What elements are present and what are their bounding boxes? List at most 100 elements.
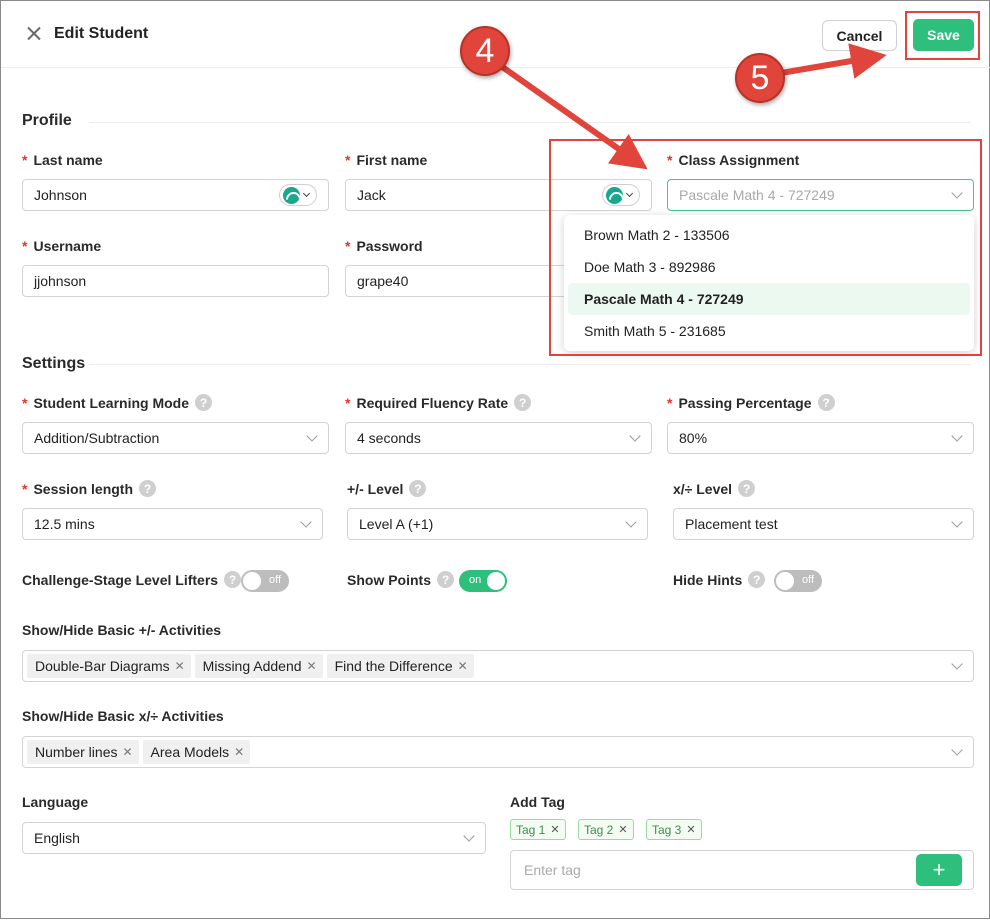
required-marker: * [22,238,28,254]
learning-mode-select[interactable]: Addition/Subtraction [22,422,329,454]
password-label: * Password [345,238,423,254]
help-icon[interactable]: ? [748,571,766,588]
muldiv-level-value: Placement test [685,516,778,532]
required-marker: * [667,394,673,411]
remove-chip-icon[interactable]: ✕ [234,745,244,759]
basic-addsub-multiselect[interactable]: Double-Bar Diagrams ✕ Missing Addend ✕ Fin… [22,650,974,682]
close-icon[interactable] [23,23,45,45]
cancel-button[interactable]: Cancel [822,20,897,51]
first-name-value: Jack [357,187,386,203]
session-length-label: * Session length? [22,480,157,497]
fluency-rate-value: 4 seconds [357,430,421,446]
show-points-label: Show Points? [347,571,454,588]
username-value: jjohnson [34,273,87,289]
muldiv-level-label: x/÷ Level? [673,480,756,497]
passing-percentage-value: 80% [679,430,708,446]
learning-mode-value: Addition/Subtraction [34,430,160,446]
remove-tag-icon[interactable]: ✕ [686,823,695,836]
required-marker: * [345,238,351,254]
tag-chip: Tag 3 ✕ [646,819,702,840]
required-marker: * [22,480,28,497]
muldiv-level-select[interactable]: Placement test [673,508,974,540]
first-name-label: * First name [345,152,428,168]
tag-chip: Tag 1 ✕ [510,819,566,840]
help-icon[interactable]: ? [738,480,756,497]
step-5-badge: 5 [735,53,785,103]
language-value: English [34,830,80,846]
chevron-down-icon [306,430,318,442]
help-icon[interactable]: ? [437,571,454,588]
toggle-state: on [469,574,482,586]
toggle-state: off [801,574,814,586]
remove-chip-icon[interactable]: ✕ [307,659,317,673]
username-field[interactable]: jjohnson [22,265,329,297]
remove-chip-icon[interactable]: ✕ [175,659,185,673]
activity-chip: Find the Difference ✕ [326,654,474,678]
step-4-badge: 4 [460,26,510,76]
class-assignment-highlight-box [549,139,982,356]
avatar-picker[interactable] [279,184,317,206]
last-name-label: * Last name [22,152,103,168]
help-icon[interactable]: ? [409,480,427,497]
chevron-down-icon [951,658,963,670]
avatar-icon [283,186,300,204]
show-points-toggle[interactable]: on [459,570,507,592]
password-value: grape40 [357,273,409,289]
remove-chip-icon[interactable]: ✕ [122,745,132,759]
chevron-down-icon [463,830,475,842]
toggle-knob [776,572,794,590]
session-length-value: 12.5 mins [34,516,95,532]
activity-chip: Missing Addend ✕ [194,654,323,678]
page-title: Edit Student [54,25,149,42]
settings-divider [89,364,971,365]
help-icon[interactable]: ? [224,571,242,588]
save-highlight-box [905,11,980,60]
language-select[interactable]: English [22,822,486,854]
add-tag-button[interactable]: + [916,854,962,886]
passing-percentage-label: * Passing Percentage? [667,394,835,411]
chevron-down-icon [300,516,312,528]
chevron-down-icon [302,189,311,198]
tag-chip: Tag 2 ✕ [578,819,634,840]
required-marker: * [345,394,351,411]
add-tag-label: Add Tag [510,794,565,810]
language-label: Language [22,794,89,810]
last-name-value: Johnson [34,187,87,203]
profile-section-title: Profile [22,112,72,129]
chevron-down-icon [629,430,641,442]
addsub-level-value: Level A (+1) [359,516,434,532]
learning-mode-label: * Student Learning Mode? [22,394,213,411]
addsub-level-label: +/- Level? [347,480,427,497]
hide-hints-label: Hide Hints? [673,571,766,588]
basic-muldiv-multiselect[interactable]: Number lines ✕ Area Models ✕ [22,736,974,768]
required-marker: * [22,152,28,168]
profile-divider [89,122,971,123]
chevron-down-icon [951,744,963,756]
activity-chip: Number lines ✕ [27,740,139,764]
toggle-knob [487,572,505,590]
toggle-knob [243,572,261,590]
toggle-state: off [268,574,281,586]
help-icon[interactable]: ? [139,480,157,497]
passing-percentage-select[interactable]: 80% [667,422,974,454]
hide-hints-toggle[interactable]: off [774,570,822,592]
help-icon[interactable]: ? [817,394,835,411]
session-length-select[interactable]: 12.5 mins [22,508,323,540]
fluency-rate-label: * Required Fluency Rate? [345,394,532,411]
last-name-field[interactable]: Johnson [22,179,329,211]
tag-input[interactable] [522,861,902,879]
remove-tag-icon[interactable]: ✕ [550,823,559,836]
fluency-rate-select[interactable]: 4 seconds [345,422,652,454]
level-lifters-label: Challenge-Stage Level Lifters? [22,571,242,588]
required-marker: * [22,394,28,411]
remove-tag-icon[interactable]: ✕ [618,823,627,836]
basic-muldiv-label: Show/Hide Basic x/÷ Activities [22,708,224,724]
help-icon[interactable]: ? [514,394,532,411]
chevron-down-icon [951,430,963,442]
help-icon[interactable]: ? [195,394,213,411]
remove-chip-icon[interactable]: ✕ [458,659,468,673]
level-lifters-toggle[interactable]: off [241,570,289,592]
chevron-down-icon [625,516,637,528]
basic-addsub-label: Show/Hide Basic +/- Activities [22,622,222,638]
addsub-level-select[interactable]: Level A (+1) [347,508,648,540]
